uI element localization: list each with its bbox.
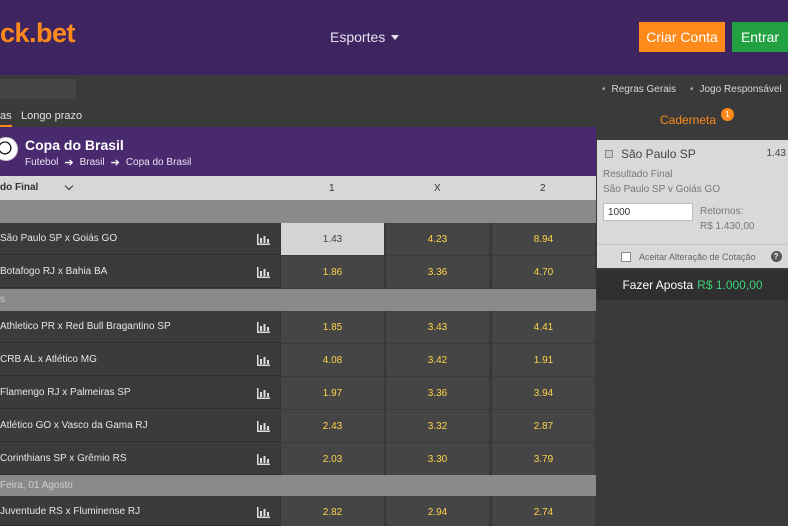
odd-draw[interactable]: 3.32 <box>385 410 489 442</box>
stats-chart-icon[interactable] <box>247 223 279 255</box>
link-responsible-gaming[interactable]: Jogo Responsável <box>690 84 782 95</box>
odd-away[interactable]: 4.41 <box>491 311 595 343</box>
match-row: Flamengo RJ x Palmeiras SP 1.97 3.36 3.9… <box>0 377 596 409</box>
match-row: Juventude RS x Fluminense RJ 2.82 2.94 2… <box>0 496 596 526</box>
stats-chart-icon[interactable] <box>247 410 279 442</box>
match-row: Atlético GO x Vasco da Gama RJ 2.43 3.32… <box>0 410 596 442</box>
breadcrumb: Futebol ➔ Brasil ➔ Copa do Brasil <box>25 156 191 169</box>
match-teams[interactable]: Atlético GO x Vasco da Gama RJ <box>0 420 148 431</box>
signup-button[interactable]: Criar Conta <box>639 22 725 52</box>
match-teams[interactable]: Juventude RS x Fluminense RJ <box>0 506 140 517</box>
odd-draw[interactable]: 4.23 <box>385 223 489 255</box>
breadcrumb-sport[interactable]: Futebol <box>25 157 58 168</box>
match-teams[interactable]: CRB AL x Atlético MG <box>0 354 97 365</box>
odd-home[interactable]: 1.86 <box>280 256 384 288</box>
returns-value: R$ 1.430,00 <box>700 221 755 232</box>
stats-chart-icon[interactable] <box>247 256 279 288</box>
arrow-right-icon: ➔ <box>64 157 74 169</box>
odd-draw[interactable]: 3.42 <box>385 344 489 376</box>
match-teams[interactable]: Athletico PR x Red Bull Bragantino SP <box>0 321 171 332</box>
selection-odd: 1.43 <box>766 148 786 159</box>
breadcrumb-country[interactable]: Brasil <box>80 157 105 168</box>
odd-away[interactable]: 2.74 <box>491 496 595 526</box>
match-row: CRB AL x Atlético MG 4.08 3.42 1.91 <box>0 344 596 376</box>
odds-column-header: do Final 1 X 2 <box>0 176 596 200</box>
selection-market: Resultado Final <box>603 169 673 180</box>
sports-menu[interactable]: Esportes <box>330 29 400 45</box>
date-group-header <box>0 200 596 223</box>
selection-name: São Paulo SP <box>621 147 696 161</box>
stake-input[interactable] <box>603 203 693 221</box>
match-row: Botafogo RJ x Bahia BA 1.86 3.36 4.70 <box>0 256 596 288</box>
betslip-title[interactable]: Caderneta <box>660 113 716 127</box>
odd-draw[interactable]: 3.30 <box>385 443 489 475</box>
odd-home[interactable]: 1.85 <box>280 311 384 343</box>
col-home: 1 <box>329 183 335 194</box>
date-group-header: Feira, 01 Agosto <box>0 475 596 496</box>
stats-chart-icon[interactable] <box>247 377 279 409</box>
info-links: Regras Gerais Jogo Responsável <box>602 84 782 95</box>
match-teams[interactable]: São Paulo SP x Goiás GO <box>0 233 117 244</box>
stats-chart-icon[interactable] <box>247 344 279 376</box>
odd-away[interactable]: 2.87 <box>491 410 595 442</box>
stats-chart-icon[interactable] <box>247 311 279 343</box>
match-teams[interactable]: Flamengo RJ x Palmeiras SP <box>0 387 131 398</box>
stats-chart-icon[interactable] <box>247 496 279 526</box>
stats-chart-icon[interactable] <box>247 443 279 475</box>
market-label: do Final <box>0 182 39 193</box>
remove-selection-icon[interactable] <box>605 150 613 158</box>
odd-away[interactable]: 3.94 <box>491 377 595 409</box>
caret-down-icon <box>391 34 400 40</box>
site-logo[interactable]: ck.bet <box>0 18 76 49</box>
odd-draw[interactable]: 2.94 <box>385 496 489 526</box>
chevron-down-icon <box>65 181 74 191</box>
odd-home[interactable]: 4.08 <box>280 344 384 376</box>
tab-active[interactable]: as <box>0 110 12 127</box>
match-row: Athletico PR x Red Bull Bragantino SP 1.… <box>0 311 596 343</box>
accept-odds-change-row: Aceitar Alteração de Cotação ? <box>597 244 788 268</box>
place-bet-button[interactable]: Fazer Aposta R$ 1.000,00 <box>597 270 788 300</box>
place-bet-amount: R$ 1.000,00 <box>697 278 763 292</box>
competition-title: Copa do Brasil <box>25 137 124 153</box>
col-away: 2 <box>540 183 546 194</box>
odd-draw[interactable]: 3.43 <box>385 311 489 343</box>
betslip-selection: São Paulo SP 1.43 Resultado Final São Pa… <box>597 140 788 268</box>
odd-away[interactable]: 4.70 <box>491 256 595 288</box>
search-box[interactable] <box>0 79 76 99</box>
sports-menu-label: Esportes <box>330 29 386 45</box>
returns-label: Retornos: <box>700 206 744 217</box>
login-button[interactable]: Entrar <box>732 22 788 52</box>
help-icon[interactable]: ? <box>770 251 782 262</box>
odd-home[interactable]: 2.03 <box>280 443 384 475</box>
date-group-header: s <box>0 289 596 311</box>
odd-home[interactable]: 1.43 <box>280 223 384 255</box>
tab-long-term[interactable]: Longo prazo <box>21 110 82 122</box>
betslip-count-badge: 1 <box>721 108 734 121</box>
accept-odds-change-label: Aceitar Alteração de Cotação <box>639 251 756 262</box>
arrow-right-icon: ➔ <box>110 157 120 169</box>
odd-draw[interactable]: 3.36 <box>385 256 489 288</box>
odd-home[interactable]: 1.97 <box>280 377 384 409</box>
breadcrumb-competition[interactable]: Copa do Brasil <box>126 157 192 168</box>
market-selector[interactable]: do Final <box>0 181 74 193</box>
odd-away[interactable]: 3.79 <box>491 443 595 475</box>
match-teams[interactable]: Botafogo RJ x Bahia BA <box>0 266 107 277</box>
odd-away[interactable]: 1.91 <box>491 344 595 376</box>
selection-match: São Paulo SP v Goiás GO <box>603 184 721 195</box>
odd-draw[interactable]: 3.36 <box>385 377 489 409</box>
match-row: São Paulo SP x Goiás GO 1.43 4.23 8.94 <box>0 223 596 255</box>
odd-home[interactable]: 2.82 <box>280 496 384 526</box>
accept-odds-change-checkbox[interactable] <box>621 251 631 262</box>
link-general-rules[interactable]: Regras Gerais <box>602 84 676 95</box>
match-teams[interactable]: Corinthians SP x Grêmio RS <box>0 453 127 464</box>
match-row: Corinthians SP x Grêmio RS 2.03 3.30 3.7… <box>0 443 596 475</box>
odd-away[interactable]: 8.94 <box>491 223 595 255</box>
col-draw: X <box>434 183 441 194</box>
place-bet-label: Fazer Aposta <box>622 278 694 292</box>
odd-home[interactable]: 2.43 <box>280 410 384 442</box>
